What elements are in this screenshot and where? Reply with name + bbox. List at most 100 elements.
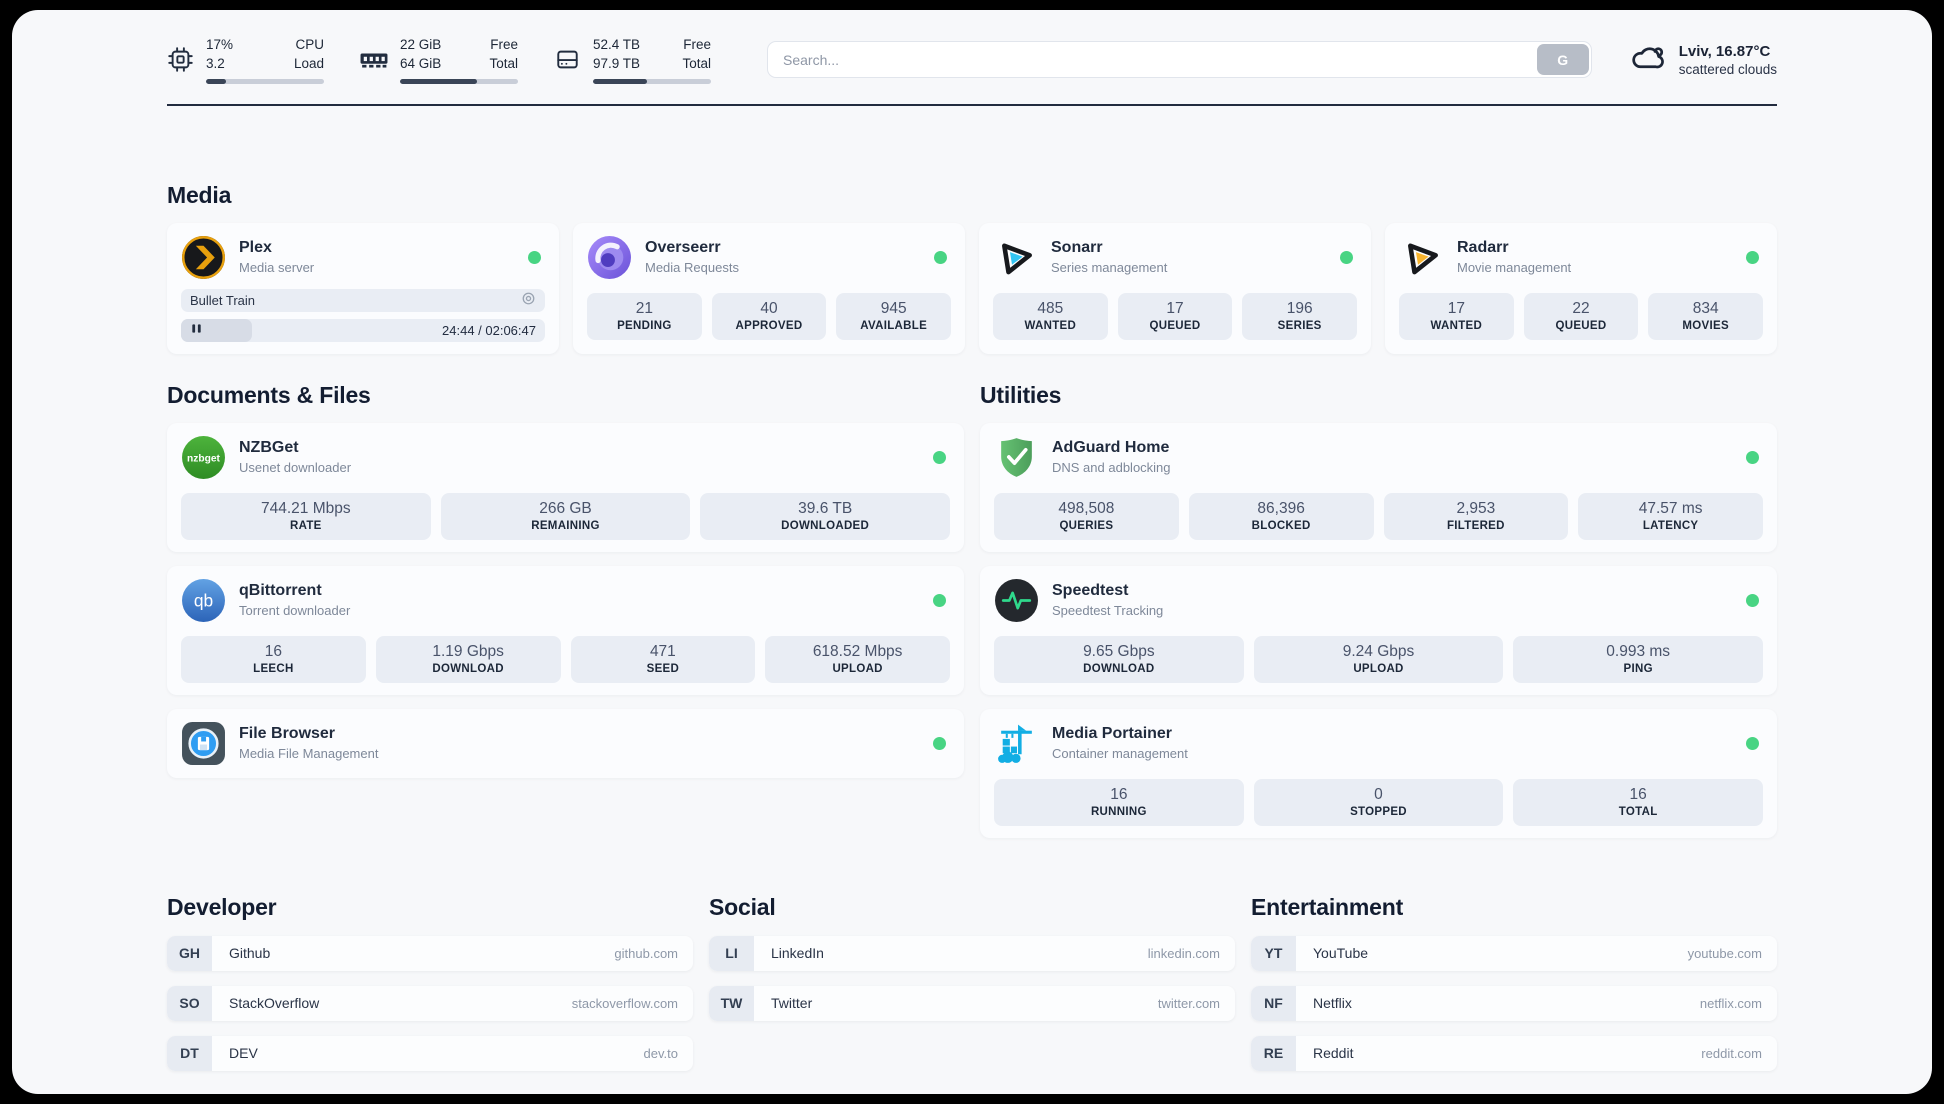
weather-location-temp: Lviv, 16.87°C <box>1678 42 1771 60</box>
bookmark-github[interactable]: GH Github github.com <box>167 935 693 971</box>
ram-total: 64 GiB <box>400 55 442 71</box>
app-title: Media Portainer <box>1052 725 1173 743</box>
bookmark-name: YouTube <box>1313 945 1369 962</box>
app-card-nzbget[interactable]: nzbget NZBGet Usenet downloader 744.21 M… <box>167 422 964 552</box>
stat-movies: 834 MOVIES <box>1648 292 1763 340</box>
pause-icon[interactable] <box>190 322 203 338</box>
filebrowser-icon <box>181 721 226 766</box>
app-card-speedtest[interactable]: Speedtest Speedtest Tracking 9.65 Gbps DO… <box>980 565 1777 695</box>
status-dot <box>1746 736 1759 750</box>
stat-total: 16 TOTAL <box>1513 778 1763 826</box>
app-card-sonarr[interactable]: Sonarr Series management 485 WANTED 17 QUE… <box>979 222 1371 354</box>
stat-series: 196 SERIES <box>1242 292 1357 340</box>
ram-label-2: Total <box>489 55 518 71</box>
app-subtitle: Usenet downloader <box>239 460 352 476</box>
disk-progress-fill <box>593 78 648 84</box>
bookmark-abbr: LI <box>709 935 754 971</box>
app-card-portainer[interactable]: Media Portainer Container management 16 R… <box>980 708 1777 838</box>
bookmark-dev[interactable]: DT DEV dev.to <box>167 1035 693 1071</box>
cpu-label-2: Load <box>293 55 324 71</box>
app-subtitle: Torrent downloader <box>239 603 351 619</box>
app-card-qbittorrent[interactable]: qb qBittorrent Torrent downloader 16 LEEC… <box>167 565 964 695</box>
app-title: Radarr <box>1457 239 1509 257</box>
app-title: Plex <box>239 239 272 257</box>
app-title: qBittorrent <box>239 582 322 600</box>
stat-ping: 0.993 ms PING <box>1513 635 1763 683</box>
bookmark-url: netflix.com <box>1699 995 1762 1011</box>
app-card-overseerr[interactable]: Overseerr Media Requests 21 PENDING 40 APP… <box>573 222 965 354</box>
adguard-icon <box>994 435 1039 480</box>
bookmark-stackoverflow[interactable]: SO StackOverflow stackoverflow.com <box>167 985 693 1021</box>
cpu-icon <box>167 46 194 73</box>
bookmark-url: youtube.com <box>1687 945 1762 961</box>
cpu-monitor: 17% 3.2 CPU Load <box>167 36 324 84</box>
status-dot <box>933 450 946 464</box>
session-target-icon[interactable] <box>521 291 536 309</box>
radarr-icon <box>1399 235 1444 280</box>
app-card-adguard[interactable]: AdGuard Home DNS and adblocking 498,508 Q… <box>980 422 1777 552</box>
bookmark-section-developer: Developer GH Github github.com SO StackO… <box>167 894 693 1071</box>
app-card-radarr[interactable]: Radarr Movie management 17 WANTED 22 QUEUE… <box>1385 222 1777 354</box>
bookmark-abbr: RE <box>1251 1035 1296 1071</box>
portainer-icon <box>994 721 1039 766</box>
bookmark-youtube[interactable]: YT YouTube youtube.com <box>1251 935 1777 971</box>
status-dot <box>528 250 541 264</box>
bookmark-name: Twitter <box>771 995 813 1012</box>
bookmark-url: stackoverflow.com <box>571 995 678 1011</box>
media-cards-row: Plex Media server Bullet Train 24:44 / 0… <box>167 222 1777 354</box>
stat-approved: 40 APPROVED <box>711 292 827 340</box>
bookmark-reddit[interactable]: RE Reddit reddit.com <box>1251 1035 1777 1071</box>
disk-progress-bar <box>593 78 711 84</box>
app-subtitle: Series management <box>1051 260 1168 276</box>
bookmark-name: StackOverflow <box>229 995 320 1012</box>
app-title: AdGuard Home <box>1052 439 1170 457</box>
stat-pending: 21 PENDING <box>587 292 702 340</box>
stat-remaining: 266 GB REMAINING <box>440 492 691 540</box>
speedtest-icon <box>994 578 1039 623</box>
stat-download: 9.65 Gbps DOWNLOAD <box>994 635 1244 683</box>
search-engine-button[interactable]: G <box>1536 44 1589 76</box>
cpu-load-value: 3.2 <box>206 55 225 71</box>
app-title: Sonarr <box>1051 239 1103 257</box>
app-subtitle: Movie management <box>1457 260 1572 276</box>
bookmark-section-entertainment: Entertainment YT YouTube youtube.com NF … <box>1251 894 1777 1071</box>
app-title: File Browser <box>239 725 336 743</box>
disk-total: 97.9 TB <box>593 55 641 71</box>
svg-text:nzbget: nzbget <box>187 453 221 464</box>
app-title: Speedtest <box>1052 582 1129 600</box>
bookmark-name: Netflix <box>1313 995 1352 1012</box>
bookmark-netflix[interactable]: NF Netflix netflix.com <box>1251 985 1777 1021</box>
stat-queries: 498,508 QUERIES <box>994 492 1179 540</box>
disk-label-2: Total <box>682 55 711 71</box>
status-dot <box>1746 450 1759 464</box>
app-subtitle: Container management <box>1052 746 1188 762</box>
stat-blocked: 86,396 BLOCKED <box>1188 492 1374 540</box>
status-dot <box>1746 593 1759 607</box>
bookmark-name: Reddit <box>1313 1045 1354 1062</box>
bookmark-url: reddit.com <box>1701 1045 1762 1061</box>
stat-leech: 16 LEECH <box>181 635 366 683</box>
ram-progress-fill <box>400 78 477 84</box>
cloud-icon <box>1630 39 1666 80</box>
app-card-filebrowser[interactable]: File Browser Media File Management <box>167 708 964 778</box>
bookmark-abbr: NF <box>1251 985 1296 1021</box>
app-title: NZBGet <box>239 439 299 457</box>
section-title-entertainment: Entertainment <box>1251 893 1404 920</box>
bookmark-twitter[interactable]: TW Twitter twitter.com <box>709 985 1235 1021</box>
dashboard-panel: 17% 3.2 CPU Load 22 GiB 64 GiB Free Total <box>12 10 1932 1094</box>
ram-free: 22 GiB <box>400 37 442 52</box>
cpu-progress-fill <box>206 78 227 84</box>
bookmark-url: twitter.com <box>1157 995 1220 1011</box>
now-playing-title: Bullet Train <box>190 292 256 308</box>
search-input[interactable] <box>767 41 1592 79</box>
app-card-plex[interactable]: Plex Media server Bullet Train 24:44 / 0… <box>167 222 559 354</box>
stat-running: 16 RUNNING <box>994 778 1244 826</box>
disk-monitor: 52.4 TB 97.9 TB Free Total <box>554 36 711 84</box>
bookmark-linkedin[interactable]: LI LinkedIn linkedin.com <box>709 935 1235 971</box>
section-title-developer: Developer <box>167 893 277 920</box>
bookmark-url: github.com <box>614 945 678 961</box>
bookmark-abbr: TW <box>709 985 754 1021</box>
bookmark-abbr: YT <box>1251 935 1296 971</box>
disk-label-1: Free <box>683 37 711 52</box>
app-subtitle: Media File Management <box>239 746 379 762</box>
